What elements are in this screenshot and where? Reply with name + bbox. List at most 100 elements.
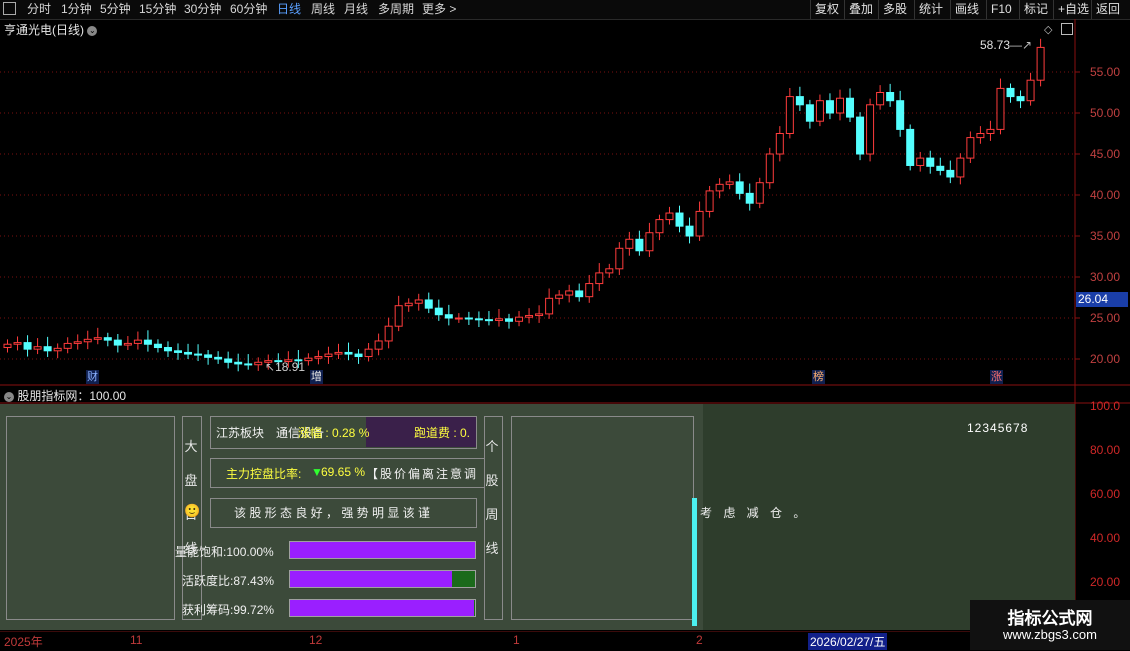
candle-body [655, 219, 664, 234]
candle-body [936, 165, 945, 171]
diamond-icon[interactable]: ◇ [1044, 23, 1052, 36]
candle-body [866, 104, 875, 155]
tab-daily[interactable]: 日线 [277, 2, 301, 17]
candle-body [3, 343, 12, 349]
activity-ratio-bar [289, 570, 476, 588]
y-tick: 55.00 [1090, 65, 1121, 79]
candle-body [163, 347, 172, 352]
candle-body [13, 342, 22, 345]
restore-rights-button[interactable]: 复权 [810, 0, 843, 19]
mark-button[interactable]: 标记 [1019, 0, 1052, 19]
date-label: 12 [309, 633, 323, 647]
ind-y-tick: 40.00 [1090, 531, 1121, 545]
y-tick: 30.00 [1090, 270, 1121, 284]
candle-body [103, 337, 112, 341]
tab-60min[interactable]: 60分钟 [230, 2, 267, 17]
y-tick: 50.00 [1090, 106, 1121, 120]
date-label: 1 [513, 633, 520, 647]
tab-1min[interactable]: 1分钟 [61, 2, 92, 17]
candle-body [906, 128, 915, 166]
candle-body [123, 342, 132, 346]
candle-body [314, 356, 323, 359]
bar-fill [290, 542, 475, 558]
event-marker-limit-up[interactable]: 涨 [990, 370, 1003, 384]
candle-body [725, 181, 734, 185]
high-price-label: 58.73—↗ [980, 38, 1033, 52]
volume-saturation-bar [289, 541, 476, 559]
candle-body [835, 97, 844, 114]
candle-body [234, 361, 243, 365]
candle-body [33, 346, 42, 350]
candle-body [815, 100, 824, 122]
candle-body [565, 290, 574, 296]
candle-body [464, 317, 473, 320]
event-marker-increase[interactable]: 增 [310, 370, 323, 384]
candle-body [715, 183, 724, 192]
date-label: 2 [696, 633, 703, 647]
f10-button[interactable]: F10 [986, 0, 1016, 19]
right-panel-box [511, 416, 694, 620]
candle-body [494, 318, 503, 321]
ind-y-tick: 20.00 [1090, 575, 1121, 589]
runway-label: 跑道费 : 0. [414, 426, 471, 440]
overlay-button[interactable]: 叠加 [844, 0, 877, 19]
candle-body [926, 157, 935, 167]
y-tick: 45.00 [1090, 147, 1121, 161]
deviation-note: 【股价偏离注意调 [366, 467, 479, 481]
control-ratio-label: 主力控盘比率: [226, 467, 302, 481]
tab-30min[interactable]: 30分钟 [184, 2, 221, 17]
candle-body [244, 363, 253, 366]
ind-y-tick: 100.0 [1090, 399, 1121, 413]
candle-body [685, 225, 694, 237]
tab-minute[interactable]: 分时 [27, 2, 51, 17]
watermark-title: 指标公式网 [1007, 609, 1093, 628]
event-marker-finance[interactable]: 财 [86, 370, 99, 384]
indicator-title: ⌄ 股朋指标网：100.00 [4, 387, 126, 404]
candle-body [143, 339, 152, 345]
candle-body [886, 92, 895, 102]
candle-body [755, 182, 764, 204]
candle-body [515, 316, 524, 322]
candle-body [705, 190, 714, 212]
y-tick: 20.00 [1090, 352, 1121, 366]
multi-stock-button[interactable]: 多股 [878, 0, 911, 19]
candle-body [956, 157, 965, 178]
candle-body [505, 318, 513, 322]
smiley-face-icon: 🙂 [184, 503, 201, 518]
candle-body [825, 100, 834, 114]
cursor-date-label: 2026/02/27/五 [808, 633, 888, 650]
tab-multi-period[interactable]: 多周期 [378, 2, 414, 17]
candle-body [474, 318, 483, 321]
stats-button[interactable]: 统计 [914, 0, 947, 19]
commentary-text-2: 考 虑 减 仓 。 [700, 506, 810, 520]
candle-body [916, 157, 925, 166]
candle-body [304, 357, 313, 362]
tab-more[interactable]: 更多 > [422, 2, 456, 17]
dropdown-icon[interactable]: ⌄ [4, 391, 14, 402]
tab-weekly[interactable]: 周线 [311, 2, 335, 17]
watermark: 指标公式网 www.zbgs3.com [970, 600, 1130, 650]
candle-body [946, 169, 955, 178]
candle-body [73, 341, 82, 344]
back-button[interactable]: 返回 [1091, 0, 1124, 19]
candle-body [1036, 46, 1045, 81]
candle-body [695, 210, 704, 237]
candle-body [153, 343, 162, 349]
indicator-title-text: 股朋指标网：100.00 [17, 389, 127, 403]
candle-body [665, 212, 674, 221]
event-marker-rank[interactable]: 榜 [812, 370, 825, 384]
candle-body [43, 346, 52, 352]
add-watchlist-button[interactable]: +自选 [1053, 0, 1093, 19]
candle-body [324, 353, 333, 358]
tab-monthly[interactable]: 月线 [344, 2, 368, 17]
tab-15min[interactable]: 15分钟 [139, 2, 176, 17]
layout-icon[interactable] [3, 2, 16, 15]
ind-y-tick: 60.00 [1090, 487, 1121, 501]
panel-toggle-icon[interactable] [1061, 23, 1073, 35]
candle-body [785, 96, 794, 134]
tab-5min[interactable]: 5分钟 [100, 2, 131, 17]
candle-body [645, 232, 654, 252]
candle-body [605, 268, 614, 274]
control-ratio-value: 69.65 % [321, 465, 366, 479]
draw-line-button[interactable]: 画线 [950, 0, 983, 19]
